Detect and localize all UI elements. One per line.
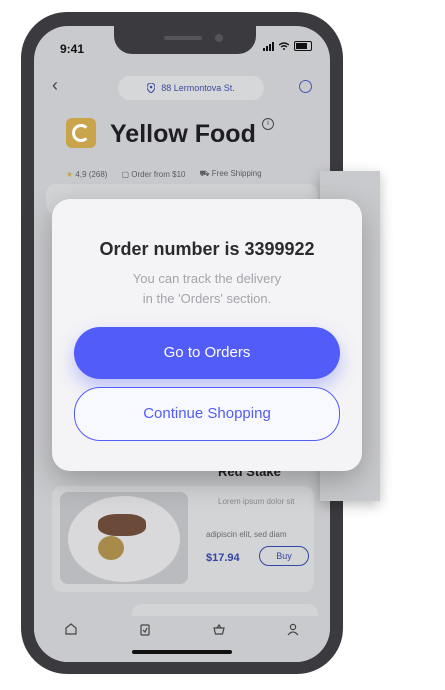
- star-icon: ★: [66, 169, 74, 179]
- product-description-line1: Lorem ipsum dolor sit: [218, 497, 295, 506]
- restaurant-name: Yellow Food: [110, 120, 256, 148]
- status-time: 9:41: [60, 42, 85, 56]
- speaker: [164, 36, 202, 40]
- home-icon[interactable]: [64, 622, 78, 636]
- status-icons: [263, 41, 312, 51]
- shipping-info: ⛟ Free Shipping: [199, 169, 262, 178]
- notch: [114, 26, 256, 54]
- camera: [215, 34, 223, 42]
- modal-title: Order number is 3399922: [99, 239, 315, 259]
- info-icon[interactable]: i: [262, 118, 274, 130]
- back-icon[interactable]: ‹: [52, 76, 66, 94]
- product-image: [60, 492, 188, 584]
- tab-bar: [34, 616, 330, 662]
- modal-subtitle-line2: in the 'Orders' section.: [142, 291, 272, 306]
- restaurant-logo: [66, 118, 96, 148]
- home-indicator[interactable]: [132, 650, 232, 654]
- address-selector[interactable]: 88 Lermontova St.: [118, 76, 264, 100]
- go-to-orders-button[interactable]: Go to Orders: [74, 327, 340, 379]
- orders-icon[interactable]: [138, 622, 152, 636]
- wifi-icon: [279, 42, 289, 50]
- location-pin-icon: [147, 83, 156, 93]
- continue-shopping-button[interactable]: Continue Shopping: [74, 387, 340, 441]
- modal-subtitle-line1: You can track the delivery: [132, 271, 282, 286]
- address-text: 88 Lermontova St.: [161, 83, 235, 93]
- clock-icon[interactable]: [299, 80, 312, 93]
- product-price: $17.94: [206, 552, 240, 564]
- order-confirmation-modal: Order number is 3399922 You can track th…: [52, 199, 362, 471]
- buy-button[interactable]: Buy: [259, 546, 309, 566]
- product-description-line2: adipiscin elit, sed diam: [206, 530, 287, 539]
- profile-icon[interactable]: [286, 622, 300, 636]
- order-min: ▢ Order from $10: [121, 169, 186, 179]
- signal-icon: [263, 41, 274, 51]
- restaurant-meta: ★ 4,9 (268) ▢ Order from $10 ⛟ Free Ship…: [66, 169, 262, 179]
- rating: ★ 4,9 (268): [66, 169, 108, 179]
- basket-icon[interactable]: [212, 622, 226, 636]
- battery-icon: [294, 41, 312, 51]
